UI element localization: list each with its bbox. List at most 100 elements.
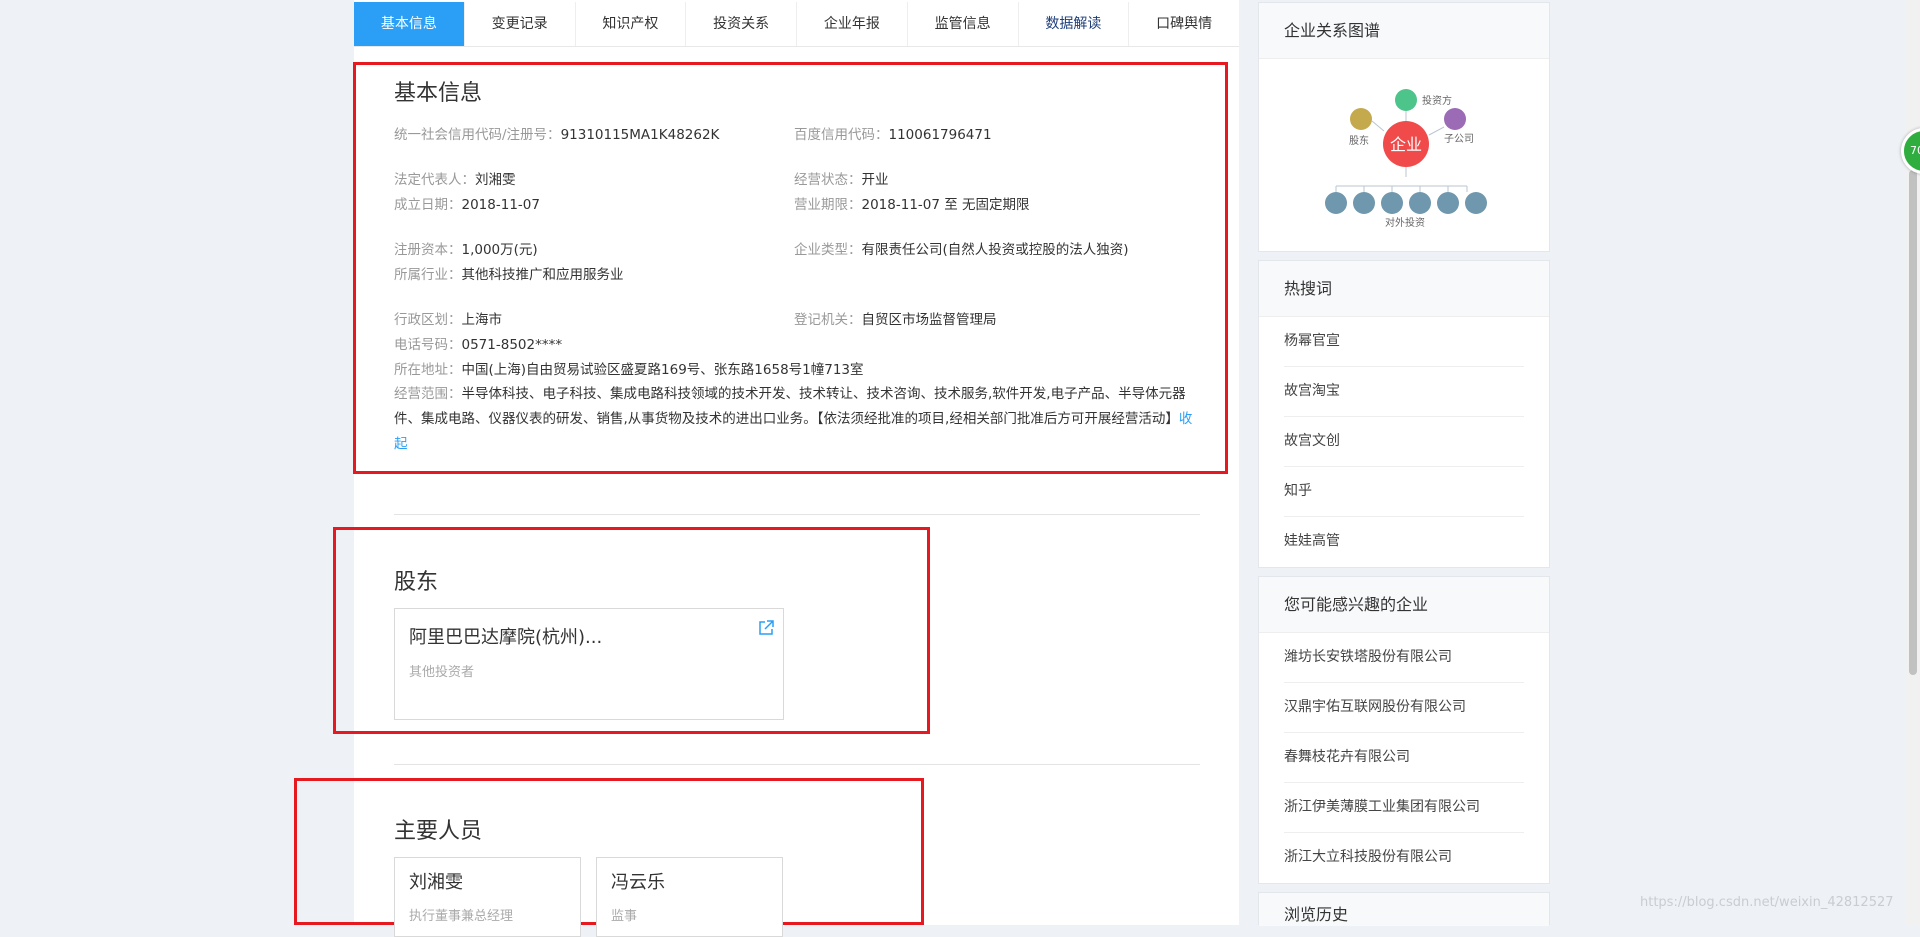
hot-search-item[interactable]: 故宫淘宝	[1284, 367, 1524, 417]
investor-node	[1395, 89, 1417, 111]
hot-search-item[interactable]: 知乎	[1284, 467, 1524, 517]
shareholder-role: 其他投资者	[409, 665, 475, 680]
interest-title: 您可能感兴趣的企业	[1259, 577, 1549, 633]
tab-regulation[interactable]: 监管信息	[908, 2, 1019, 46]
authority-value: 自贸区市场监督管理局	[861, 312, 997, 328]
person-name[interactable]: 冯云乐	[611, 868, 665, 894]
scrollbar-thumb[interactable]	[1909, 170, 1917, 675]
tab-basic-info[interactable]: 基本信息	[354, 2, 465, 46]
tab-change-log[interactable]: 变更记录	[465, 2, 576, 46]
relation-graph-panel: 企业关系图谱 投资方 股东 子公司 企业 对外投资	[1258, 2, 1550, 252]
shareholder-node-label: 股东	[1349, 134, 1369, 147]
status-label: 经营状态：	[794, 172, 862, 188]
outbound-node	[1409, 192, 1431, 214]
basic-info-title: 基本信息	[394, 81, 483, 106]
tab-reputation[interactable]: 口碑舆情	[1129, 2, 1239, 46]
person-role: 监事	[611, 909, 638, 924]
interest-company-item[interactable]: 潍坊长安铁塔股份有限公司	[1284, 633, 1524, 683]
person-name[interactable]: 刘湘雯	[409, 868, 463, 894]
founded-value: 2018-11-07	[461, 197, 540, 213]
hot-search-panel: 热搜词 杨幂官宣 故宫淘宝 故宫文创 知乎 娃娃高管	[1258, 260, 1550, 568]
credit-code-row: 统一社会信用代码/注册号：91310115MA1K48262K	[394, 123, 719, 143]
subsidiary-node	[1444, 108, 1466, 130]
industry-value: 其他科技推广和应用服务业	[461, 267, 624, 283]
hot-search-item[interactable]: 杨幂官宣	[1284, 317, 1524, 367]
capital-row: 注册资本：1,000万(元)	[394, 238, 538, 258]
legal-rep-value: 刘湘雯	[475, 172, 516, 188]
industry-row: 所属行业：其他科技推广和应用服务业	[394, 263, 624, 283]
term-row: 营业期限：2018-11-07 至 无固定期限	[794, 193, 1030, 213]
personnel-title: 主要人员	[394, 819, 483, 844]
legal-rep-row: 法定代表人：刘湘雯	[394, 168, 516, 188]
outbound-node	[1381, 192, 1403, 214]
history-panel: 浏览历史	[1258, 892, 1550, 926]
tab-bar: 基本信息 变更记录 知识产权 投资关系 企业年报 监管信息 数据解读 口碑舆情	[354, 2, 1239, 47]
scope-label: 经营范围：	[394, 386, 462, 402]
outbound-label: 对外投资	[1385, 216, 1425, 229]
relation-graph-diagram[interactable]: 投资方 股东 子公司 企业 对外投资	[1259, 59, 1549, 249]
status-value: 开业	[861, 172, 889, 188]
hot-search-item[interactable]: 娃娃高管	[1284, 517, 1524, 566]
business-scope: 经营范围：半导体科技、电子科技、集成电路科技领域的技术开发、技术转让、技术咨询、…	[394, 382, 1200, 457]
baidu-code-label: 百度信用代码：	[794, 127, 889, 143]
address-value: 中国(上海)自由贸易试验区盛夏路169号、张东路1658号1幢713室	[461, 362, 864, 378]
shareholder-card[interactable]: 阿里巴巴达摩院(杭州)... 其他投资者	[394, 608, 784, 720]
interest-panel: 您可能感兴趣的企业 潍坊长安铁塔股份有限公司 汉鼎宇佑互联网股份有限公司 春舞枝…	[1258, 576, 1550, 884]
legal-rep-label: 法定代表人：	[394, 172, 475, 188]
interest-company-item[interactable]: 汉鼎宇佑互联网股份有限公司	[1284, 683, 1524, 733]
outbound-node	[1437, 192, 1459, 214]
subsidiary-label: 子公司	[1444, 133, 1474, 145]
address-label: 所在地址：	[394, 362, 462, 378]
phone-label: 电话号码：	[394, 337, 462, 353]
type-label: 企业类型：	[794, 242, 862, 258]
relation-graph-title: 企业关系图谱	[1259, 3, 1549, 59]
interest-company-item[interactable]: 浙江大立科技股份有限公司	[1284, 833, 1524, 882]
outbound-node	[1353, 192, 1375, 214]
authority-label: 登记机关：	[794, 312, 862, 328]
shareholder-node	[1350, 108, 1372, 130]
type-row: 企业类型：有限责任公司(自然人投资或控股的法人独资)	[794, 238, 1129, 258]
capital-value: 1,000万(元)	[461, 242, 538, 258]
baidu-code-row: 百度信用代码：110061796471	[794, 123, 992, 143]
capital-label: 注册资本：	[394, 242, 462, 258]
company-label: 企业	[1390, 135, 1422, 154]
watermark: https://blog.csdn.net/weixin_42812527	[1640, 895, 1894, 910]
interest-company-item[interactable]: 浙江伊美薄膜工业集团有限公司	[1284, 783, 1524, 833]
tab-annual-report[interactable]: 企业年报	[797, 2, 908, 46]
baidu-code-value: 110061796471	[888, 127, 992, 143]
type-value: 有限责任公司(自然人投资或控股的法人独资)	[861, 242, 1129, 258]
interest-company-item[interactable]: 春舞枝花卉有限公司	[1284, 733, 1524, 783]
term-label: 营业期限：	[794, 197, 862, 213]
hot-search-item[interactable]: 故宫文创	[1284, 417, 1524, 467]
float-badge[interactable]: 70	[1901, 128, 1920, 174]
scope-value: 半导体科技、电子科技、集成电路科技领域的技术开发、技术转让、技术咨询、技术服务,…	[394, 386, 1186, 427]
person-card[interactable]: 冯云乐 监事	[596, 857, 783, 937]
credit-code-label: 统一社会信用代码/注册号：	[394, 127, 561, 143]
region-label: 行政区划：	[394, 312, 462, 328]
tab-investment[interactable]: 投资关系	[686, 2, 797, 46]
tab-ip[interactable]: 知识产权	[576, 2, 687, 46]
credit-code-value: 91310115MA1K48262K	[560, 127, 720, 143]
outbound-node	[1325, 192, 1347, 214]
investor-label: 投资方	[1422, 94, 1452, 107]
region-value: 上海市	[461, 312, 503, 328]
outbound-node	[1465, 192, 1487, 214]
address-row: 所在地址：中国(上海)自由贸易试验区盛夏路169号、张东路1658号1幢713室	[394, 358, 864, 378]
region-row: 行政区划：上海市	[394, 308, 502, 328]
term-value: 2018-11-07 至 无固定期限	[861, 197, 1030, 213]
industry-label: 所属行业：	[394, 267, 462, 283]
history-title: 浏览历史	[1259, 893, 1549, 926]
tab-data-analysis[interactable]: 数据解读	[1019, 2, 1130, 46]
divider	[394, 514, 1200, 515]
phone-row: 电话号码：0571-8502****	[394, 333, 562, 353]
status-row: 经营状态：开业	[794, 168, 889, 188]
shareholders-title: 股东	[394, 570, 439, 595]
person-card[interactable]: 刘湘雯 执行董事兼总经理	[394, 857, 581, 937]
external-link-icon[interactable]	[757, 619, 775, 641]
person-role: 执行董事兼总经理	[409, 909, 514, 924]
phone-value: 0571-8502****	[461, 337, 563, 353]
hot-search-title: 热搜词	[1259, 261, 1549, 317]
authority-row: 登记机关：自贸区市场监督管理局	[794, 308, 997, 328]
shareholder-name[interactable]: 阿里巴巴达摩院(杭州)...	[409, 623, 602, 649]
divider	[394, 764, 1200, 765]
